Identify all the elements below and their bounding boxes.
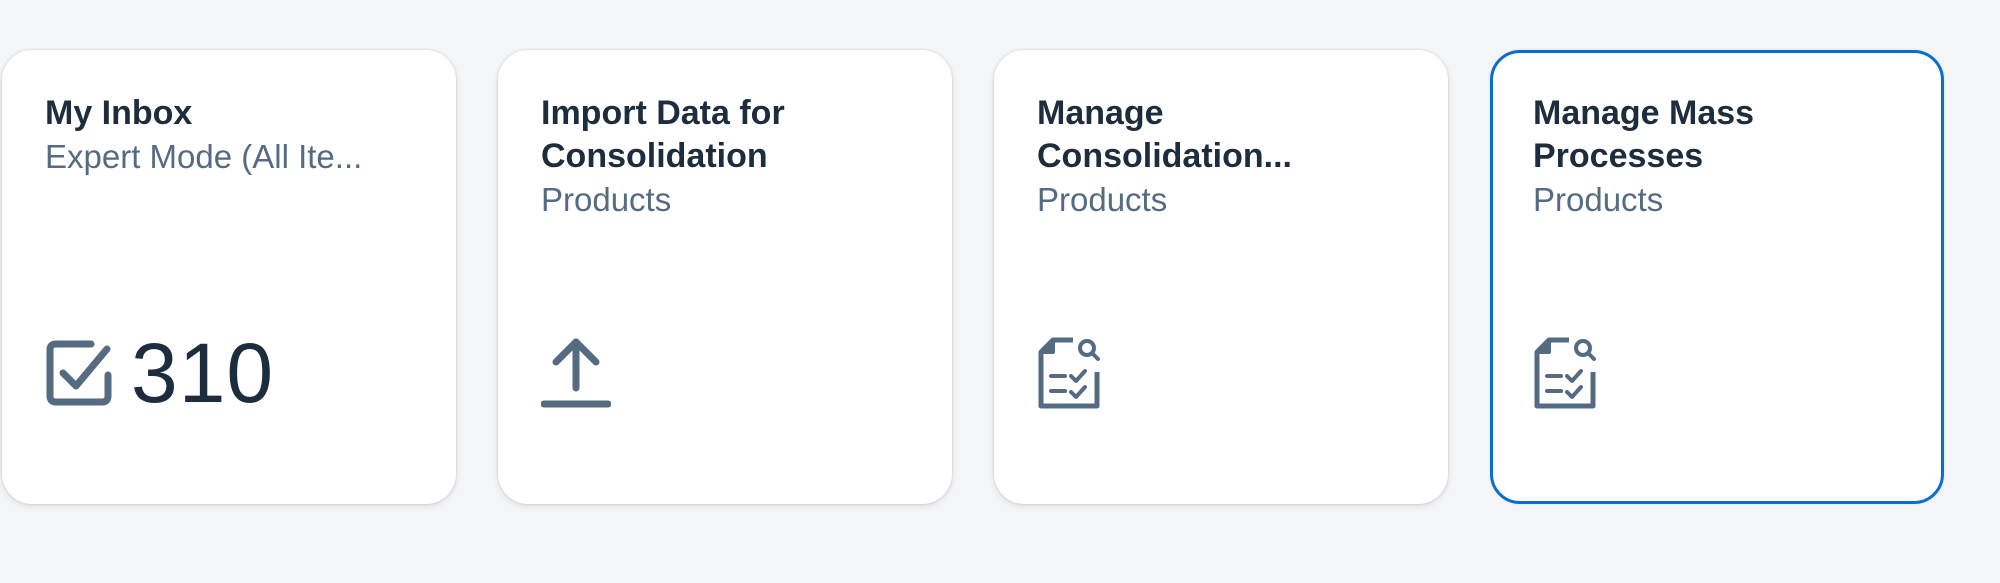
tile-manage-mass-processes[interactable]: Manage Mass Processes Products [1490,50,1944,504]
tile-manage-consolidation[interactable]: Manage Consolidation... Products [994,50,1448,504]
tile-subtitle: Products [541,181,672,218]
tile-footer [1037,308,1101,438]
tile-title-line-2: Consolidation... [1037,137,1292,175]
tile-title: My Inbox [45,94,193,132]
tile-title-line-1: Manage Mass [1533,94,1755,132]
tile-subtitle: Products [1533,181,1664,218]
tile-title-line-2: Consolidation [541,137,768,175]
tile-footer [541,308,611,438]
tile-header: Manage Consolidation... Products [1037,92,1408,221]
launchpad-tile-group: My Inbox Expert Mode (All Ite... 310 Imp… [0,0,2000,583]
tile-my-inbox[interactable]: My Inbox Expert Mode (All Ite... 310 [2,50,456,504]
tile-import-data-for-consolidation[interactable]: Import Data for Consolidation Products [498,50,952,504]
tile-subtitle: Products [1037,181,1168,218]
document-review-icon [1038,337,1100,409]
tile-header: Manage Mass Processes Products [1533,92,1901,221]
tile-footer: 310 [45,308,274,438]
tile-title-line-2: Processes [1533,137,1704,175]
tile-footer [1533,308,1597,438]
document-review-icon [1534,337,1596,409]
kpi-value: 310 [131,326,275,420]
tile-subtitle: Expert Mode (All Ite... [45,138,363,175]
tile-header: Import Data for Consolidation Products [541,92,912,221]
task-checkbox-icon [46,340,112,406]
tile-header: My Inbox Expert Mode (All Ite... [45,92,416,178]
upload-icon [541,338,611,408]
tile-title-line-1: Manage [1037,94,1164,132]
tile-title-line-1: Import Data for [541,94,785,132]
